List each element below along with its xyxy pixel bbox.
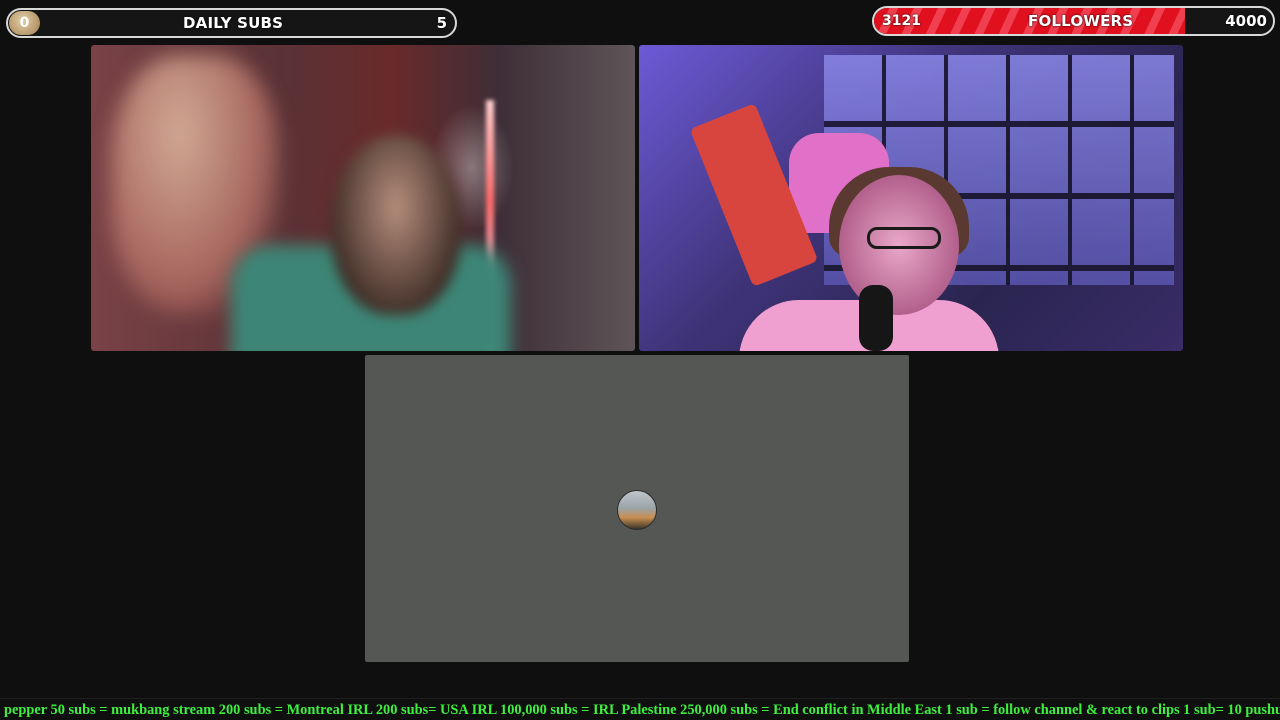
followers-current-count: 3121 <box>882 13 921 29</box>
followers-goal-value: 4000 <box>1225 12 1267 30</box>
daily-subs-goal-value: 5 <box>436 14 447 32</box>
daily-subs-goal-bar: 0 DAILY SUBS 5 <box>6 8 457 38</box>
participant-video-bottom-camera-off[interactable] <box>365 355 909 662</box>
glasses-icon <box>867 227 941 249</box>
followers-label: FOLLOWERS <box>1028 12 1134 30</box>
microphone-icon <box>859 285 893 351</box>
participant-video-left[interactable] <box>91 45 635 351</box>
followers-goal-bar: 3121 FOLLOWERS 4000 <box>872 6 1275 36</box>
daily-subs-label: DAILY SUBS <box>183 14 284 32</box>
goals-ticker-text: pepper 50 subs = mukbang stream 200 subs… <box>4 702 1280 718</box>
participant-head <box>331 135 461 315</box>
goals-ticker: pepper 50 subs = mukbang stream 200 subs… <box>0 698 1280 720</box>
stream-overlay: 0 DAILY SUBS 5 3121 FOLLOWERS 4000 peppe… <box>0 0 1280 720</box>
daily-subs-current-count: 0 <box>9 11 40 35</box>
participant-avatar <box>617 490 657 530</box>
participant-video-right[interactable] <box>639 45 1183 351</box>
